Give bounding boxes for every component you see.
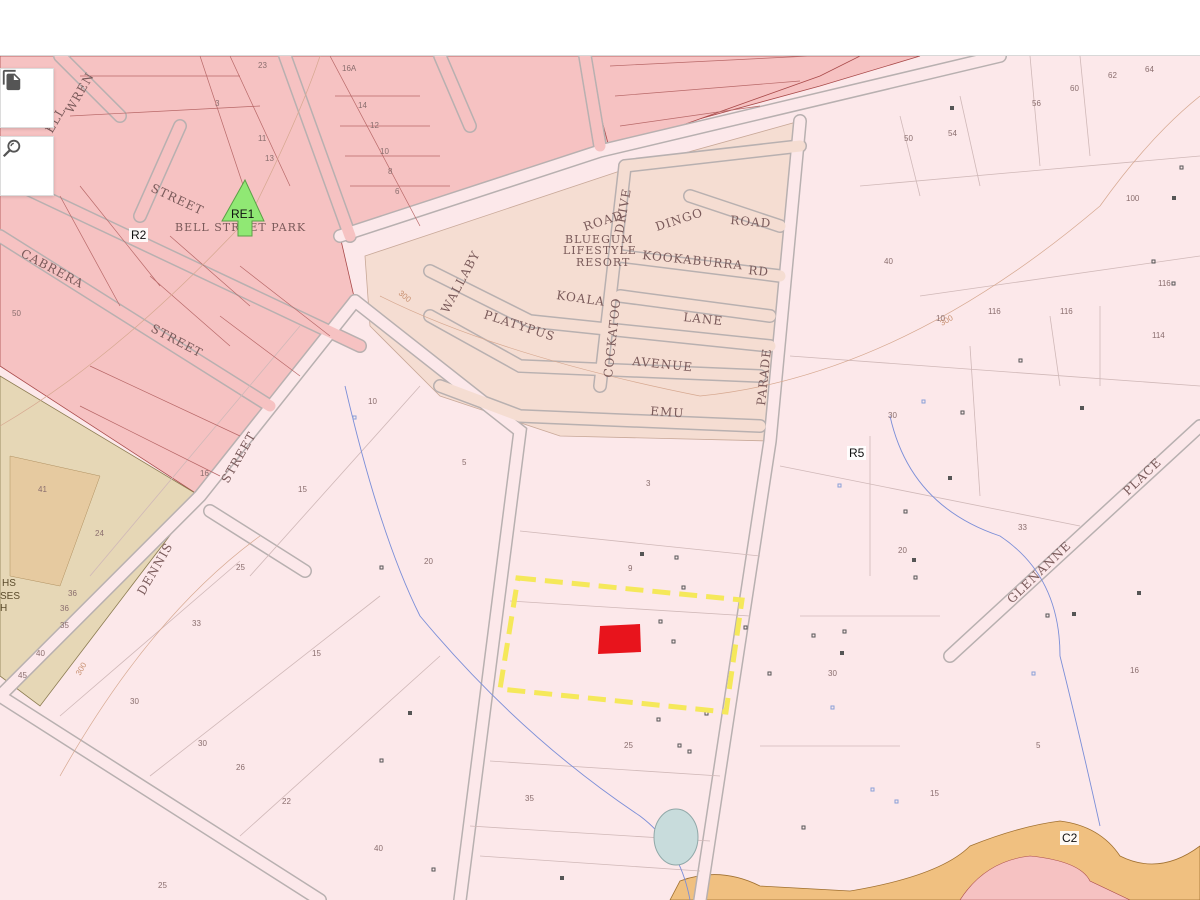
zoom-search-icon	[2, 139, 21, 158]
svg-text:25: 25	[158, 881, 167, 890]
svg-text:3: 3	[646, 479, 651, 488]
svg-text:12: 12	[370, 121, 379, 130]
zone-label-re1: RE1	[231, 207, 255, 221]
svg-text:15: 15	[298, 485, 307, 494]
svg-text:36: 36	[68, 589, 77, 598]
svg-text:15: 15	[312, 649, 321, 658]
svg-text:15: 15	[930, 789, 939, 798]
svg-text:41: 41	[38, 485, 47, 494]
map-canvas[interactable]: WREN STREET CABRERA STREET ROAD DRIVE DI…	[0, 56, 1200, 900]
top-bar	[0, 0, 1200, 56]
svg-text:45: 45	[18, 671, 27, 680]
pond	[653, 808, 699, 866]
svg-text:11: 11	[258, 134, 267, 143]
svg-text:25: 25	[624, 741, 633, 750]
svg-text:RESORT: RESORT	[576, 256, 630, 269]
svg-text:14: 14	[358, 101, 367, 110]
svg-text:10: 10	[380, 147, 389, 156]
svg-text:24: 24	[95, 529, 104, 538]
svg-text:50: 50	[12, 309, 21, 318]
svg-text:60: 60	[1070, 84, 1079, 93]
svg-text:HS: HS	[2, 578, 16, 589]
svg-text:6: 6	[395, 187, 400, 196]
svg-text:22: 22	[282, 797, 291, 806]
svg-text:H: H	[0, 603, 7, 614]
svg-text:35: 35	[60, 621, 69, 630]
zoom-search-button[interactable]	[0, 136, 54, 196]
svg-text:16: 16	[1130, 666, 1139, 675]
svg-text:30: 30	[888, 411, 897, 420]
zone-label-r5: R5	[847, 446, 867, 460]
svg-text:20: 20	[424, 557, 433, 566]
zone-label-c2: C2	[1060, 831, 1080, 845]
svg-text:40: 40	[36, 649, 45, 658]
copy-button[interactable]	[0, 68, 54, 128]
svg-text:30: 30	[198, 739, 207, 748]
svg-text:20: 20	[898, 546, 907, 555]
zone-label-r2: R2	[129, 228, 149, 242]
svg-text:5: 5	[462, 458, 467, 467]
svg-text:RD: RD	[748, 263, 770, 279]
svg-text:33: 33	[192, 619, 201, 628]
svg-text:EMU: EMU	[650, 404, 685, 420]
svg-text:8: 8	[388, 167, 393, 176]
svg-text:50: 50	[904, 134, 913, 143]
map-view[interactable]: WREN STREET CABRERA STREET ROAD DRIVE DI…	[0, 56, 1200, 900]
svg-text:40: 40	[374, 844, 383, 853]
svg-text:23: 23	[258, 61, 267, 70]
svg-text:30: 30	[828, 669, 837, 678]
svg-text:SES: SES	[0, 591, 20, 602]
svg-text:10: 10	[368, 397, 377, 406]
svg-text:35: 35	[525, 794, 534, 803]
svg-text:26: 26	[236, 763, 245, 772]
svg-text:116: 116	[1158, 279, 1171, 288]
copy-icon	[2, 69, 21, 91]
subject-property-marker[interactable]	[598, 624, 641, 654]
svg-text:54: 54	[948, 129, 957, 138]
svg-text:33: 33	[1018, 523, 1027, 532]
svg-text:36: 36	[60, 604, 69, 613]
svg-text:25: 25	[236, 563, 245, 572]
svg-text:62: 62	[1108, 71, 1117, 80]
svg-text:13: 13	[265, 154, 274, 163]
svg-text:9: 9	[628, 564, 633, 573]
svg-text:5: 5	[1036, 741, 1041, 750]
svg-text:30: 30	[130, 697, 139, 706]
svg-text:100: 100	[1126, 194, 1140, 203]
svg-text:3: 3	[215, 99, 220, 108]
svg-text:16A: 16A	[342, 64, 357, 73]
svg-text:116: 116	[988, 307, 1001, 316]
svg-text:40: 40	[884, 257, 893, 266]
svg-text:116: 116	[1060, 307, 1073, 316]
svg-text:56: 56	[1032, 99, 1041, 108]
svg-text:16: 16	[200, 469, 209, 478]
svg-text:64: 64	[1145, 65, 1154, 74]
svg-text:114: 114	[1152, 331, 1165, 340]
